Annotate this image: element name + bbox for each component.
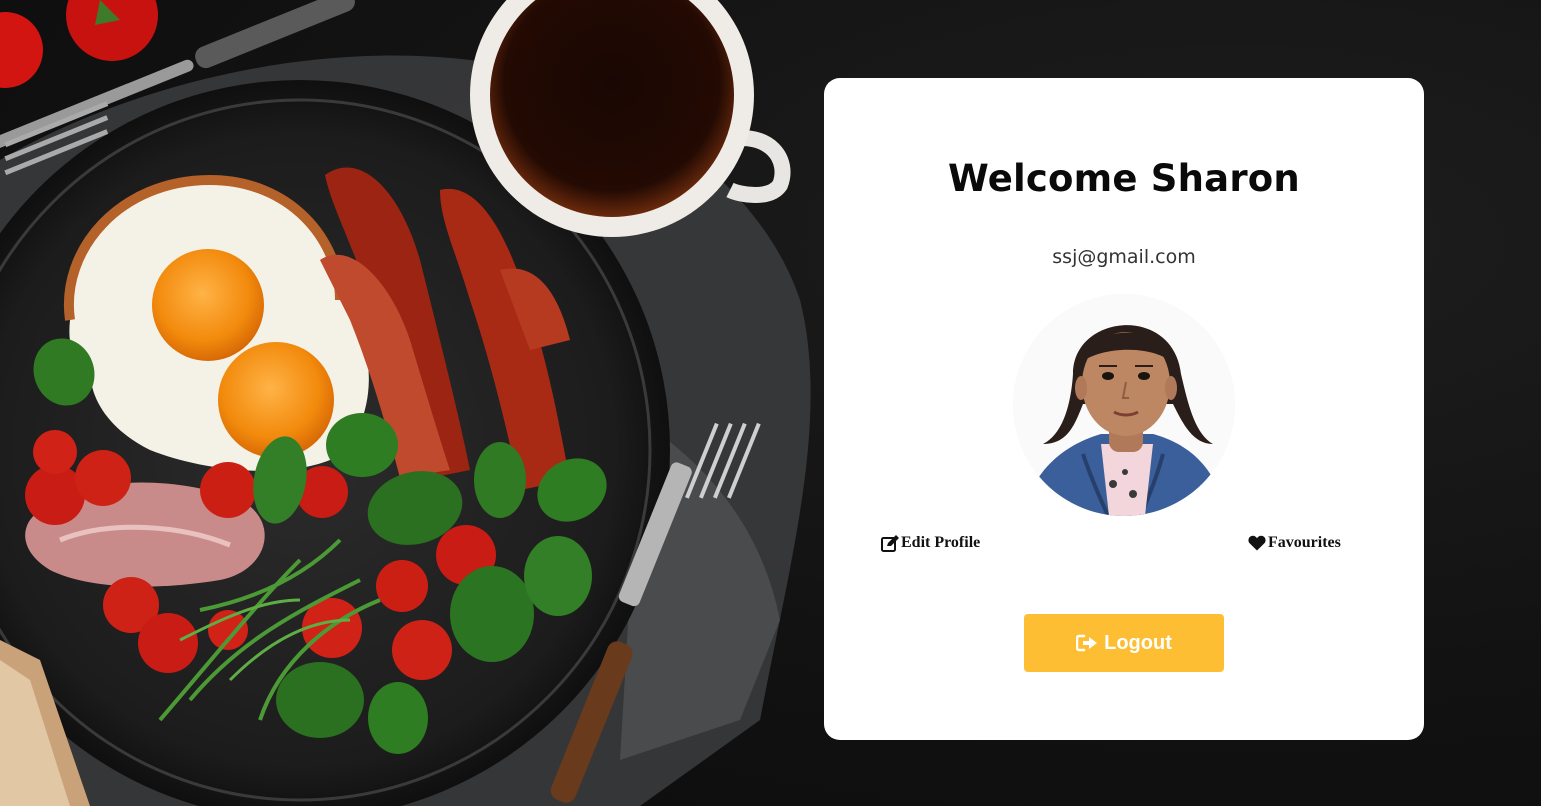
profile-card: Welcome Sharon ssj@gmail.com Edit Profil… (824, 78, 1424, 740)
sign-out-icon (1076, 634, 1098, 652)
user-email: ssj@gmail.com (1052, 246, 1196, 268)
avatar (1013, 294, 1235, 516)
favourites-label: Favourites (1268, 534, 1341, 551)
edit-icon (881, 534, 899, 552)
logout-label: Logout (1104, 631, 1172, 654)
edit-profile-link[interactable]: Edit Profile (881, 534, 980, 552)
page: Welcome Sharon ssj@gmail.com Edit Profil… (0, 0, 1541, 806)
heart-icon (1248, 535, 1266, 551)
logout-button[interactable]: Logout (1024, 614, 1224, 672)
edit-profile-label: Edit Profile (901, 534, 981, 551)
favourites-link[interactable]: Favourites (1248, 534, 1341, 552)
welcome-heading: Welcome Sharon (948, 157, 1300, 200)
